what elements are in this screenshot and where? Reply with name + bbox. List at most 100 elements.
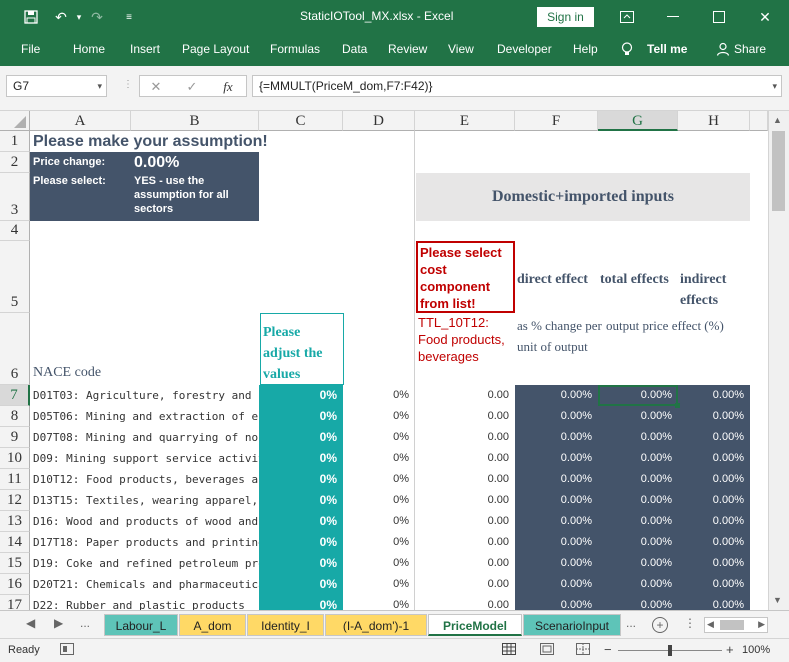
- close-icon[interactable]: ✕: [742, 0, 788, 34]
- ribbon-display-options-icon[interactable]: [604, 0, 650, 34]
- column-header-c[interactable]: C: [259, 111, 343, 131]
- next-sheet-icon[interactable]: ▶: [54, 616, 63, 630]
- row-header-6[interactable]: 6: [0, 313, 30, 385]
- row-header-7[interactable]: 7: [0, 385, 30, 406]
- selected-cell-g7[interactable]: [598, 385, 678, 406]
- column-header-g[interactable]: G: [598, 111, 678, 131]
- vertical-scrollbar[interactable]: ▲ ▼: [768, 111, 789, 610]
- column-header-e[interactable]: E: [415, 111, 515, 131]
- share-button[interactable]: Share: [734, 42, 766, 56]
- row-header-3[interactable]: 3: [0, 173, 30, 221]
- sheet-tab-a-dom[interactable]: A_dom: [179, 614, 246, 636]
- undo-icon[interactable]: ↶: [52, 8, 70, 26]
- row-header-8[interactable]: 8: [0, 406, 30, 427]
- sheet-tab-scenarioinput[interactable]: ScenarioInput: [523, 614, 621, 636]
- save-icon[interactable]: [22, 8, 40, 26]
- row-header-17[interactable]: 17: [0, 595, 30, 610]
- adjust-value-cell[interactable]: 0%: [259, 385, 343, 406]
- prev-sheet-icon[interactable]: ◀: [26, 616, 35, 630]
- scroll-down-icon[interactable]: ▼: [773, 595, 782, 605]
- sheet-tab-labour-l[interactable]: Labour_L: [104, 614, 178, 636]
- column-header-d[interactable]: D: [343, 111, 415, 131]
- row-header-16[interactable]: 16: [0, 574, 30, 595]
- row-header-10[interactable]: 10: [0, 448, 30, 469]
- expand-formula-icon[interactable]: ▾: [772, 76, 777, 96]
- tab-page-layout[interactable]: Page Layout: [182, 42, 249, 56]
- add-sheet-button[interactable]: +: [652, 617, 668, 633]
- row-header-1[interactable]: 1: [0, 131, 30, 152]
- sign-in-button[interactable]: Sign in: [537, 7, 594, 27]
- fill-handle[interactable]: [675, 403, 680, 408]
- redo-icon[interactable]: ↷: [88, 8, 106, 26]
- tab-data[interactable]: Data: [342, 42, 367, 56]
- sheet-tab-identity-i[interactable]: Identity_I: [247, 614, 324, 636]
- tab-file[interactable]: File: [21, 42, 40, 56]
- insert-function-icon[interactable]: fx: [216, 77, 240, 97]
- chevron-down-icon[interactable]: ▾: [97, 76, 102, 96]
- scroll-thumb[interactable]: [772, 131, 785, 211]
- row-header-15[interactable]: 15: [0, 553, 30, 574]
- tell-me-search[interactable]: Tell me: [647, 42, 687, 56]
- adjust-value-cell[interactable]: 0%: [259, 427, 343, 448]
- adjust-value-cell[interactable]: 0%: [259, 490, 343, 511]
- adjust-value-cell[interactable]: 0%: [259, 574, 343, 595]
- zoom-out-icon[interactable]: −: [604, 642, 612, 657]
- column-header-f[interactable]: F: [515, 111, 598, 131]
- tab-review[interactable]: Review: [388, 42, 427, 56]
- column-header-b[interactable]: B: [131, 111, 259, 131]
- page-layout-view-icon[interactable]: [540, 643, 554, 658]
- row-header-13[interactable]: 13: [0, 511, 30, 532]
- select-all-corner[interactable]: [0, 111, 30, 131]
- normal-view-icon[interactable]: [502, 643, 516, 658]
- price-change-value[interactable]: 0.00%: [134, 152, 258, 173]
- zoom-level[interactable]: 100%: [742, 644, 770, 656]
- name-box[interactable]: G7 ▾: [6, 75, 107, 97]
- user-icon[interactable]: [716, 42, 730, 59]
- adjust-value-cell[interactable]: 0%: [259, 553, 343, 574]
- column-header-h[interactable]: H: [678, 111, 750, 131]
- more-sheets-left[interactable]: ...: [80, 616, 90, 630]
- more-options-icon[interactable]: ⋮: [123, 79, 133, 90]
- h-scroll-thumb[interactable]: [720, 620, 744, 630]
- more-sheets-right[interactable]: ...: [626, 616, 636, 630]
- row-header-2[interactable]: 2: [0, 152, 30, 173]
- row-header-11[interactable]: 11: [0, 469, 30, 490]
- row-header-12[interactable]: 12: [0, 490, 30, 511]
- sheet-tab-i-a-dom-1[interactable]: (I-A_dom')-1: [325, 614, 427, 636]
- tab-view[interactable]: View: [448, 42, 474, 56]
- adjust-value-cell[interactable]: 0%: [259, 532, 343, 553]
- horizontal-scrollbar[interactable]: ◀ ▶: [704, 617, 768, 633]
- tab-help[interactable]: Help: [573, 42, 598, 56]
- customize-toolbar-icon[interactable]: ≡: [120, 8, 138, 26]
- tab-formulas[interactable]: Formulas: [270, 42, 320, 56]
- scroll-up-icon[interactable]: ▲: [773, 115, 782, 125]
- cancel-icon[interactable]: ✕: [144, 77, 168, 97]
- adjust-value-cell[interactable]: 0%: [259, 511, 343, 532]
- spreadsheet-grid[interactable]: A B C D E F G H 1 2 3 4 5 6 7 8 9 10 11 …: [0, 111, 768, 610]
- adjust-value-cell[interactable]: 0%: [259, 448, 343, 469]
- cost-component-dropdown[interactable]: TTL_10T12: Food products, beverages: [417, 314, 515, 384]
- tab-insert[interactable]: Insert: [130, 42, 160, 56]
- macro-record-icon[interactable]: [60, 643, 74, 658]
- zoom-in-icon[interactable]: +: [726, 642, 734, 657]
- lightbulb-icon[interactable]: [621, 42, 633, 60]
- row-header-9[interactable]: 9: [0, 427, 30, 448]
- column-header-i[interactable]: [750, 111, 768, 131]
- enter-icon[interactable]: ✓: [180, 77, 204, 97]
- scroll-left-icon[interactable]: ◀: [707, 619, 714, 630]
- maximize-icon[interactable]: [696, 0, 742, 34]
- adjust-value-cell[interactable]: 0%: [259, 406, 343, 427]
- page-break-view-icon[interactable]: [576, 643, 590, 658]
- undo-dropdown-icon[interactable]: ▾: [70, 8, 88, 26]
- formula-input[interactable]: {=MMULT(PriceM_dom,F7:F42)} ▾: [252, 75, 782, 97]
- tab-home[interactable]: Home: [73, 42, 105, 56]
- minimize-icon[interactable]: [650, 0, 696, 34]
- row-header-4[interactable]: 4: [0, 221, 30, 241]
- sheet-tab-pricemodel[interactable]: PriceModel: [428, 614, 522, 636]
- please-select-value[interactable]: YES - use the assumption for all sectors: [134, 174, 258, 220]
- row-header-14[interactable]: 14: [0, 532, 30, 553]
- scroll-right-icon[interactable]: ▶: [758, 619, 765, 630]
- adjust-value-cell[interactable]: 0%: [259, 595, 343, 610]
- tab-options-icon[interactable]: ⋮: [684, 616, 696, 630]
- row-header-5[interactable]: 5: [0, 241, 30, 313]
